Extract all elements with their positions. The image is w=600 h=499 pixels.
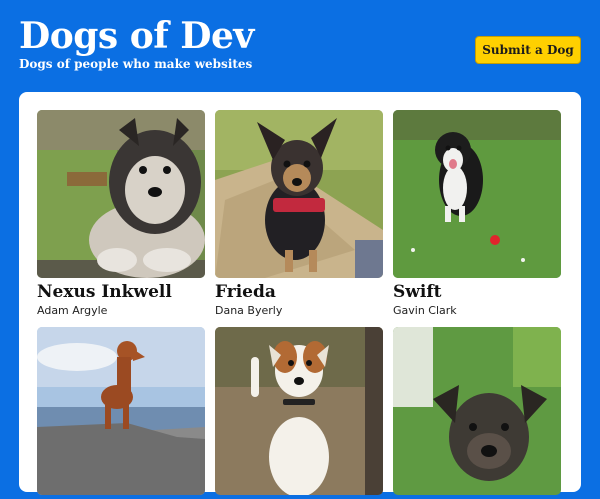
dog-card[interactable]: Nexus Inkwell Adam Argyle (37, 110, 205, 317)
dog-name[interactable]: Nexus Inkwell (37, 282, 205, 302)
dog-card[interactable]: Swift Gavin Clark (393, 110, 561, 317)
dog-card[interactable] (37, 327, 205, 499)
dog-grid: Nexus Inkwell Adam Argyle Frieda Dana By… (37, 110, 561, 499)
dog-owner: Adam Argyle (37, 304, 108, 317)
dog-name[interactable]: Frieda (215, 282, 383, 302)
dog-name[interactable]: Swift (393, 282, 561, 302)
dog-photo[interactable] (37, 327, 205, 495)
submit-dog-button[interactable]: Submit a Dog (475, 36, 581, 64)
dog-owner: Gavin Clark (393, 304, 457, 317)
dog-photo[interactable] (215, 327, 383, 495)
dog-card[interactable]: Frieda Dana Byerly (215, 110, 383, 317)
dog-owner: Dana Byerly (215, 304, 283, 317)
dog-photo[interactable] (393, 327, 561, 495)
dog-photo[interactable] (37, 110, 205, 278)
site-tagline: Dogs of people who make websites (19, 57, 253, 71)
dog-photo[interactable] (393, 110, 561, 278)
dog-card[interactable] (393, 327, 561, 499)
site-header: Dogs of Dev Dogs of people who make webs… (19, 16, 581, 76)
dog-gallery-card: Nexus Inkwell Adam Argyle Frieda Dana By… (19, 92, 581, 495)
dog-card[interactable] (215, 327, 383, 499)
dog-photo[interactable] (215, 110, 383, 278)
site-title: Dogs of Dev (19, 15, 254, 57)
